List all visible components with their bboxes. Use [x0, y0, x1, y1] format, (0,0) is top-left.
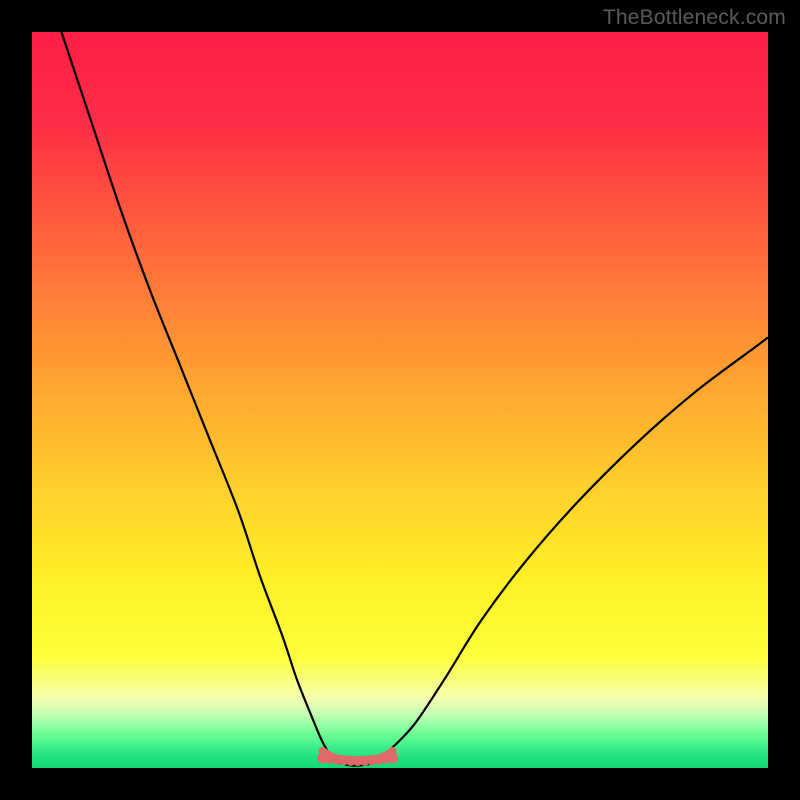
plot-background: [32, 32, 768, 768]
flat-dot: [387, 752, 398, 763]
chart-frame: TheBottleneck.com: [0, 0, 800, 800]
watermark-text: TheBottleneck.com: [603, 6, 786, 30]
bottleneck-chart: [0, 0, 800, 800]
